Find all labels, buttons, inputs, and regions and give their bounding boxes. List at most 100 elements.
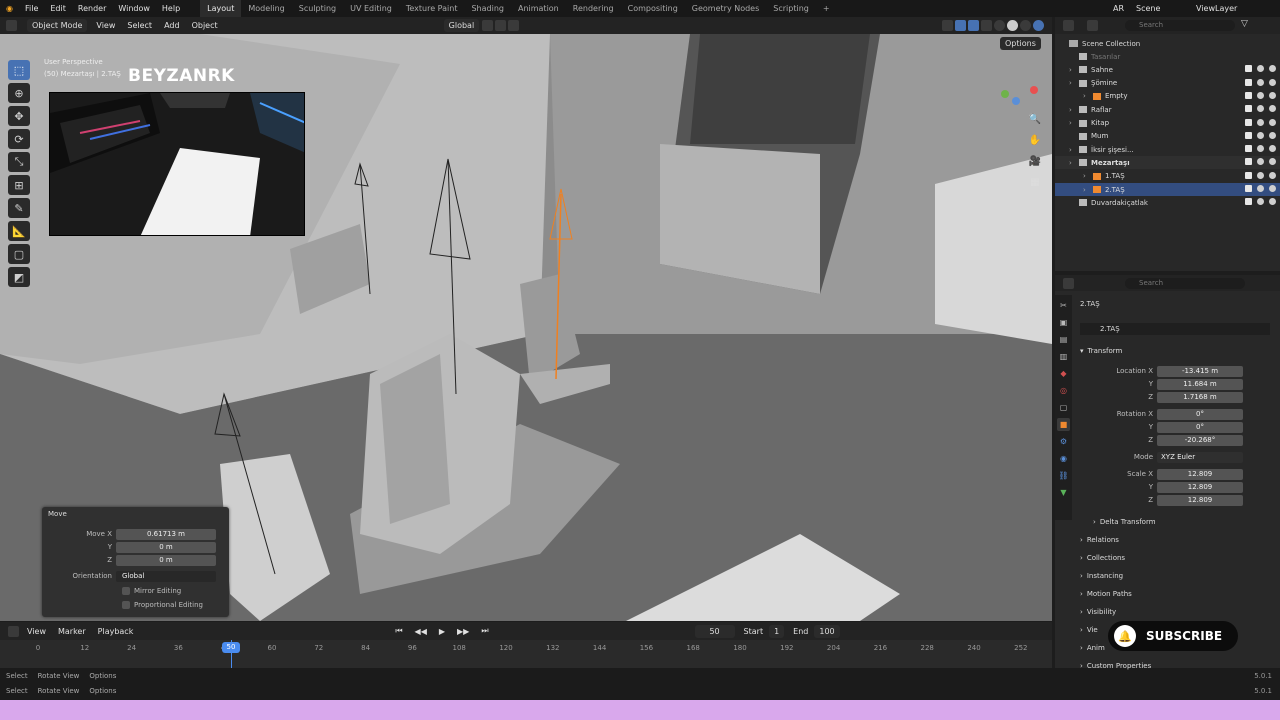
menu-edit[interactable]: Edit bbox=[44, 4, 72, 13]
visibility-section[interactable]: › Visibility bbox=[1080, 604, 1275, 619]
camera-icon[interactable] bbox=[1269, 65, 1276, 73]
eye-icon[interactable] bbox=[1257, 131, 1264, 139]
current-frame-field[interactable]: 50 bbox=[694, 624, 735, 638]
outliner-row[interactable]: › İksir şişesi... bbox=[1055, 143, 1280, 156]
grid-toggle-icon[interactable]: ▦ bbox=[1026, 173, 1044, 191]
output-tab-icon[interactable]: ▤ bbox=[1057, 333, 1070, 346]
view-layer-tab-icon[interactable]: ▥ bbox=[1057, 350, 1070, 363]
menu-help[interactable]: Help bbox=[156, 4, 186, 13]
include-checkbox[interactable] bbox=[1245, 198, 1252, 206]
include-checkbox[interactable] bbox=[1245, 118, 1252, 126]
modifiers-tab-icon[interactable]: ⚙ bbox=[1057, 435, 1070, 448]
end-frame-field[interactable]: 100 bbox=[814, 624, 840, 638]
delta-transform-section[interactable]: › Delta Transform bbox=[1093, 514, 1280, 529]
rotate-tool-icon[interactable]: ⟳ bbox=[8, 129, 30, 149]
properties-search[interactable]: Search bbox=[1125, 278, 1245, 289]
include-checkbox[interactable] bbox=[1245, 78, 1252, 86]
timeline-area[interactable]: 0122436486072849610812013214415616818019… bbox=[0, 640, 1052, 668]
visibility-toggles[interactable] bbox=[1245, 78, 1276, 86]
editor-type-icon[interactable] bbox=[6, 20, 17, 31]
eye-icon[interactable] bbox=[1257, 105, 1264, 113]
include-checkbox[interactable] bbox=[1245, 105, 1252, 113]
outliner-row[interactable]: › 1.TAŞ bbox=[1055, 170, 1280, 183]
outliner-row[interactable]: Mum bbox=[1055, 130, 1280, 143]
expand-arrow-icon[interactable]: › bbox=[1083, 92, 1093, 100]
camera-view-icon[interactable]: 🎥 bbox=[1026, 152, 1044, 170]
rotation-x-field[interactable]: 0° bbox=[1157, 408, 1243, 420]
jump-end-icon[interactable]: ⏭ bbox=[475, 626, 494, 636]
instancing-section[interactable]: › Instancing bbox=[1080, 568, 1275, 583]
next-keyframe-icon[interactable]: ▶▶ bbox=[451, 627, 475, 636]
proportional-editing-checkbox[interactable] bbox=[122, 601, 130, 609]
visibility-toggles[interactable] bbox=[1245, 171, 1276, 179]
menu-render[interactable]: Render bbox=[72, 4, 112, 13]
object-tab-icon[interactable]: ■ bbox=[1057, 418, 1070, 431]
viewport-menu-object[interactable]: Object bbox=[186, 21, 224, 30]
camera-icon[interactable] bbox=[1269, 198, 1276, 206]
outliner-display-icon[interactable] bbox=[1087, 20, 1098, 31]
rendered-shading-icon[interactable] bbox=[1033, 20, 1044, 31]
expand-arrow-icon[interactable]: › bbox=[1069, 79, 1079, 87]
outliner-row[interactable]: Tasarılar bbox=[1055, 50, 1280, 63]
camera-icon[interactable] bbox=[1269, 91, 1276, 99]
object-name-field[interactable]: 2.TAŞ bbox=[1080, 323, 1270, 335]
physics-tab-icon[interactable]: ◉ bbox=[1057, 452, 1070, 465]
mirror-editing-checkbox[interactable] bbox=[122, 587, 130, 595]
tool-tab-icon[interactable]: ✂ bbox=[1057, 299, 1070, 312]
camera-icon[interactable] bbox=[1269, 78, 1276, 86]
constraints-tab-icon[interactable]: ⛓ bbox=[1057, 469, 1070, 482]
scene-selector[interactable]: Scene bbox=[1130, 4, 1190, 13]
scale-y-field[interactable]: 12.809 bbox=[1157, 481, 1243, 493]
include-checkbox[interactable] bbox=[1245, 171, 1252, 179]
add-cube-tool-icon[interactable]: ▢ bbox=[8, 244, 30, 264]
outliner-row[interactable]: › Empty bbox=[1055, 90, 1280, 103]
overlay-icon[interactable] bbox=[968, 20, 979, 31]
menu-file[interactable]: File bbox=[19, 4, 44, 13]
expand-arrow-icon[interactable]: › bbox=[1083, 186, 1093, 194]
blender-logo-icon[interactable]: ◉ bbox=[0, 4, 19, 13]
visibility-toggles[interactable] bbox=[1245, 158, 1276, 166]
camera-icon[interactable] bbox=[1269, 105, 1276, 113]
playhead-frame-badge[interactable]: 50 bbox=[222, 642, 240, 653]
measure-tool-icon[interactable]: 📐 bbox=[8, 221, 30, 241]
outliner-row[interactable]: › Kitap bbox=[1055, 117, 1280, 130]
camera-icon[interactable] bbox=[1269, 131, 1276, 139]
extra-tool-icon[interactable]: ◩ bbox=[8, 267, 30, 287]
move-tool-icon[interactable]: ✥ bbox=[8, 106, 30, 126]
tab-geometry-nodes[interactable]: Geometry Nodes bbox=[685, 0, 766, 17]
timeline-menu-view[interactable]: View bbox=[21, 627, 52, 636]
viewport-menu-view[interactable]: View bbox=[90, 21, 121, 30]
outliner-row[interactable]: › Mezartaşı bbox=[1055, 156, 1280, 170]
include-checkbox[interactable] bbox=[1245, 185, 1252, 192]
timeline-menu-marker[interactable]: Marker bbox=[52, 627, 92, 636]
outliner-row[interactable]: › Şömine bbox=[1055, 77, 1280, 90]
expand-arrow-icon[interactable]: › bbox=[1069, 159, 1079, 167]
eye-icon[interactable] bbox=[1257, 118, 1264, 126]
annotate-tool-icon[interactable]: ✎ bbox=[8, 198, 30, 218]
scale-x-field[interactable]: 12.809 bbox=[1157, 468, 1243, 480]
world-tab-icon[interactable]: ◎ bbox=[1057, 384, 1070, 397]
pivot-icon[interactable] bbox=[482, 20, 494, 31]
rotation-z-field[interactable]: -20.268° bbox=[1157, 434, 1243, 446]
eye-icon[interactable] bbox=[1257, 91, 1264, 99]
material-shading-icon[interactable] bbox=[1020, 20, 1031, 31]
visibility-toggles[interactable] bbox=[1245, 185, 1276, 192]
motion-paths-section[interactable]: › Motion Paths bbox=[1080, 586, 1275, 601]
expand-arrow-icon[interactable]: › bbox=[1069, 106, 1079, 114]
expand-arrow-icon[interactable]: › bbox=[1069, 119, 1079, 127]
relations-section[interactable]: › Relations bbox=[1080, 532, 1275, 547]
start-frame-field[interactable]: 1 bbox=[769, 624, 785, 638]
custom-properties-section[interactable]: › Custom Properties bbox=[1080, 658, 1275, 673]
tab-rendering[interactable]: Rendering bbox=[566, 0, 621, 17]
camera-icon[interactable] bbox=[1269, 171, 1276, 179]
include-checkbox[interactable] bbox=[1245, 131, 1252, 139]
subscribe-overlay[interactable]: 🔔 SUBSCRIBE bbox=[1108, 621, 1238, 651]
orientation-dropdown[interactable]: Global bbox=[116, 570, 216, 582]
mode-selector[interactable]: Object Mode bbox=[27, 19, 88, 32]
transform-section-header[interactable]: ▾ Transform bbox=[1080, 343, 1275, 358]
include-checkbox[interactable] bbox=[1245, 65, 1252, 73]
proportional-edit-icon[interactable] bbox=[508, 20, 520, 31]
render-tab-icon[interactable]: ▣ bbox=[1057, 316, 1070, 329]
outliner-editor-icon[interactable] bbox=[1063, 20, 1074, 31]
cursor-tool-icon[interactable]: ⊕ bbox=[8, 83, 30, 103]
